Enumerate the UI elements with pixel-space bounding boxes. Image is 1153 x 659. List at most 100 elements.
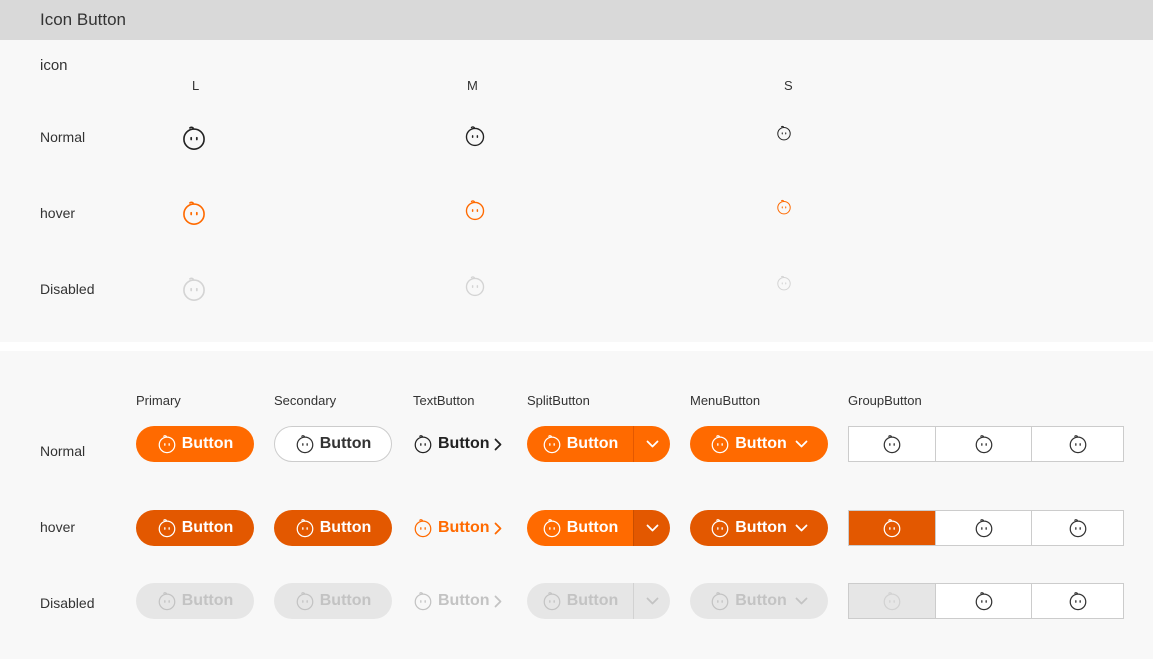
text-button[interactable]: Button — [413, 426, 502, 462]
menu-button[interactable]: Button — [690, 510, 828, 546]
face-icon — [464, 275, 486, 297]
face-icon — [710, 591, 730, 611]
group-button-item[interactable] — [934, 584, 1032, 618]
face-icon — [542, 591, 562, 611]
face-icon — [882, 518, 902, 538]
group-button-item[interactable] — [934, 511, 1032, 545]
group-button-item[interactable] — [849, 427, 935, 461]
face-icon — [413, 434, 433, 454]
split-button[interactable]: Button — [527, 510, 670, 546]
face-icon[interactable] — [464, 199, 486, 221]
button-label: Button — [735, 435, 787, 452]
split-button: Button — [527, 583, 670, 619]
chevron-down-icon — [646, 597, 659, 605]
button-row-label-hover: hover — [40, 519, 76, 535]
col-label-primary: Primary — [136, 393, 181, 408]
group-button-item[interactable] — [1031, 427, 1123, 461]
page-title: Icon Button — [40, 10, 127, 29]
face-icon — [295, 591, 315, 611]
face-icon — [710, 518, 730, 538]
split-button-main[interactable]: Button — [527, 426, 633, 462]
group-button-item[interactable] — [849, 511, 935, 545]
button-label: Button — [319, 519, 372, 536]
secondary-button[interactable]: Button — [274, 510, 392, 546]
menu-button: Button — [690, 583, 828, 619]
chevron-right-icon — [494, 438, 502, 451]
button-row-label-normal: Normal — [40, 443, 86, 459]
face-icon — [157, 591, 177, 611]
face-icon[interactable] — [181, 125, 207, 151]
button-label: Button — [438, 435, 490, 452]
split-button-main[interactable]: Button — [527, 510, 633, 546]
face-icon — [1068, 518, 1088, 538]
button-section: Primary Secondary TextButton SplitButton… — [0, 351, 1153, 659]
face-icon — [1068, 434, 1088, 454]
button-label: Button — [181, 592, 234, 609]
size-label-l: L — [192, 78, 200, 93]
chevron-right-icon — [494, 522, 502, 535]
face-icon — [974, 434, 994, 454]
face-icon[interactable] — [776, 199, 792, 215]
split-button[interactable]: Button — [527, 426, 670, 462]
group-button — [848, 583, 1124, 619]
chevron-down-icon — [646, 524, 659, 532]
button-label: Button — [566, 435, 619, 452]
face-icon — [542, 434, 562, 454]
face-icon — [974, 591, 994, 611]
col-label-splitbutton: SplitButton — [527, 393, 590, 408]
face-icon[interactable] — [181, 200, 207, 226]
primary-button[interactable]: Button — [136, 426, 254, 462]
button-label: Button — [181, 519, 234, 536]
face-icon — [157, 518, 177, 538]
chevron-down-icon — [646, 440, 659, 448]
face-icon — [776, 275, 792, 291]
text-button: Button — [413, 583, 502, 619]
button-label: Button — [181, 435, 234, 452]
face-icon — [181, 276, 207, 302]
chevron-right-icon — [494, 595, 502, 608]
group-button-item — [849, 584, 935, 618]
icon-row-label-hover: hover — [40, 205, 76, 221]
face-icon[interactable] — [776, 125, 792, 141]
face-icon — [413, 591, 433, 611]
icon-section: icon L M S Normal hover Disabled — [0, 40, 1153, 342]
chevron-down-icon — [795, 440, 808, 448]
split-button-dropdown[interactable] — [634, 510, 670, 546]
group-button-item[interactable] — [1031, 511, 1123, 545]
page-header: Icon Button — [0, 0, 1153, 40]
primary-button: Button — [136, 583, 254, 619]
chevron-down-icon — [795, 524, 808, 532]
icon-section-title: icon — [40, 57, 68, 74]
face-icon — [413, 518, 433, 538]
chevron-down-icon — [795, 597, 808, 605]
group-button — [848, 510, 1124, 546]
icon-row-label-normal: Normal — [40, 129, 86, 145]
face-icon — [882, 434, 902, 454]
split-button-main: Button — [527, 583, 633, 619]
face-icon — [295, 434, 315, 454]
face-icon — [882, 591, 902, 611]
face-icon — [157, 434, 177, 454]
group-button-item[interactable] — [934, 427, 1032, 461]
face-icon — [542, 518, 562, 538]
button-label: Button — [319, 592, 372, 609]
col-label-secondary: Secondary — [274, 393, 337, 408]
face-icon[interactable] — [464, 125, 486, 147]
button-label: Button — [735, 519, 787, 536]
face-icon — [1068, 591, 1088, 611]
split-button-dropdown[interactable] — [634, 426, 670, 462]
button-label: Button — [566, 519, 619, 536]
button-label: Button — [566, 592, 619, 609]
split-button-dropdown — [634, 583, 670, 619]
size-label-s: S — [784, 78, 793, 93]
menu-button[interactable]: Button — [690, 426, 828, 462]
primary-button[interactable]: Button — [136, 510, 254, 546]
face-icon — [710, 434, 730, 454]
button-row-label-disabled: Disabled — [40, 595, 95, 611]
group-button-item[interactable] — [1031, 584, 1123, 618]
col-label-groupbutton: GroupButton — [848, 393, 922, 408]
group-button — [848, 426, 1124, 462]
secondary-button[interactable]: Button — [274, 426, 392, 462]
col-label-textbutton: TextButton — [413, 393, 475, 408]
text-button[interactable]: Button — [413, 510, 502, 546]
